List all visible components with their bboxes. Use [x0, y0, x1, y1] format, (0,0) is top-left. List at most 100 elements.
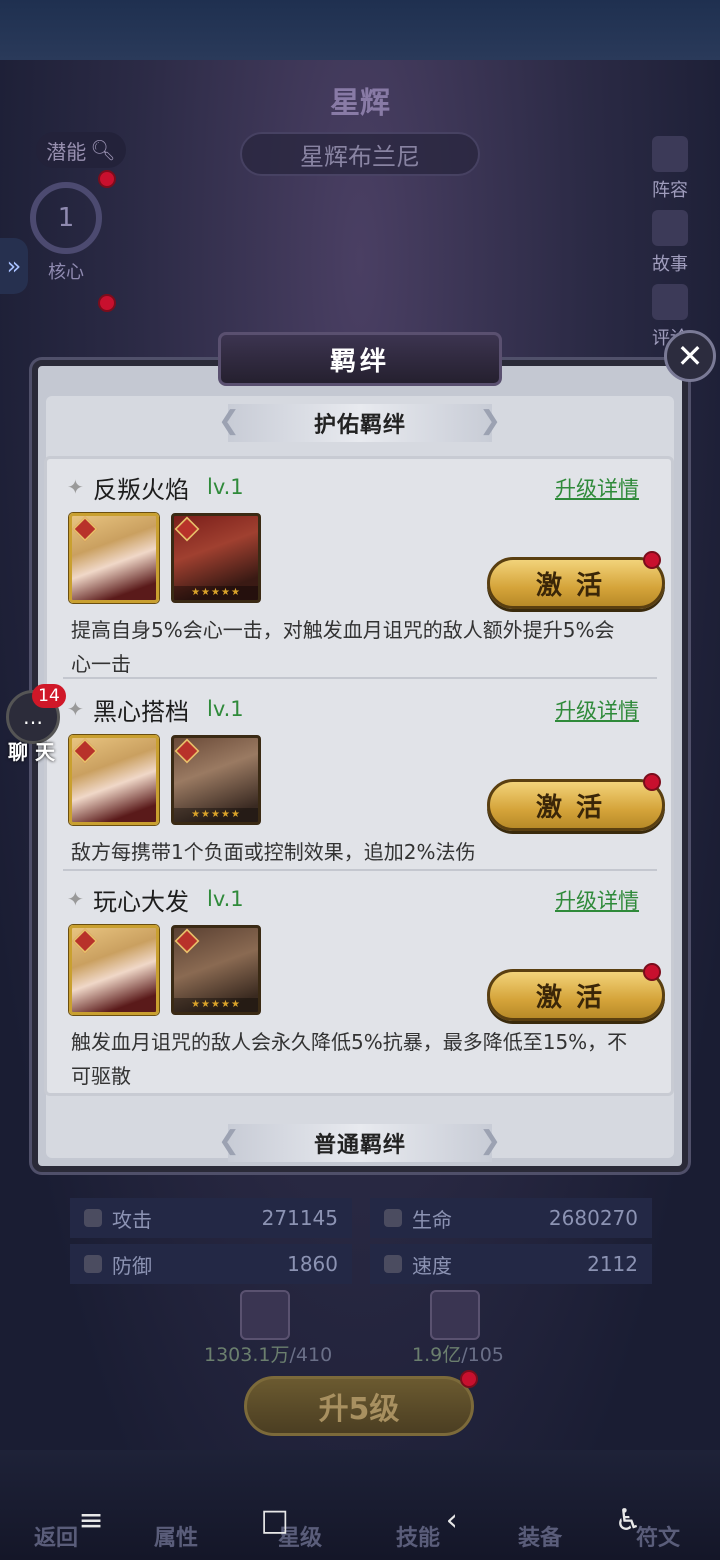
stat-label: 攻击 — [112, 1207, 152, 1232]
activate-button[interactable]: 激活 — [487, 969, 665, 1021]
core-ring-icon: 1 — [30, 182, 102, 254]
bond-name: 玩心大发 — [93, 887, 189, 916]
bond-level: lv.1 — [207, 887, 244, 911]
fire-element-icon — [174, 928, 200, 954]
search-icon: 🔍︎ — [90, 138, 116, 162]
activate-button[interactable]: 激活 — [487, 557, 665, 609]
hero-portrait-girl[interactable] — [69, 925, 159, 1015]
side-item-lineup[interactable]: 阵容 — [640, 128, 700, 202]
quill-icon — [652, 284, 688, 320]
hero-portrait-fox[interactable]: ★★★★★ — [171, 513, 261, 603]
section-label: 护佑羁绊 — [313, 413, 406, 438]
resource-need: /410 — [289, 1344, 333, 1366]
fire-element-icon — [174, 516, 200, 542]
section-protect-bond: ❮ 护佑羁绊 ❯ — [218, 404, 501, 442]
fire-element-icon — [72, 928, 98, 954]
book-icon — [652, 210, 688, 246]
chevron-left-icon: ❮ — [218, 1126, 241, 1156]
bond-level: lv.1 — [207, 475, 244, 499]
shield-icon — [84, 1255, 102, 1273]
upgrade-details-link[interactable]: 升级详情 — [555, 885, 639, 915]
bond-item: ✦ 反叛火焰 lv.1 升级详情 ★★★★★ 激活 提高自身5%会心一击，对触发… — [47, 463, 673, 679]
section-label: 普通羁绊 — [313, 1133, 406, 1158]
chevron-right-icon: ❯ — [479, 1126, 502, 1156]
hero-name-plate[interactable]: 星辉布兰尼 — [240, 132, 480, 176]
hero-portrait-lady[interactable]: ★★★★★ — [171, 735, 261, 825]
hero-name: 星辉布兰尼 — [300, 142, 420, 171]
close-icon[interactable]: ✕ — [664, 330, 716, 382]
notification-dot — [643, 963, 661, 981]
hero-portrait-girl[interactable] — [69, 513, 159, 603]
top-decoration — [0, 0, 720, 60]
chess-icon — [652, 136, 688, 172]
resource-need: /105 — [461, 1344, 504, 1366]
stat-value: 271145 — [261, 1206, 338, 1230]
stat-defense: 防御 1860 — [70, 1244, 352, 1284]
fire-element-icon — [72, 516, 98, 542]
bond-list[interactable]: ✦ 反叛火焰 lv.1 升级详情 ★★★★★ 激活 提高自身5%会心一击，对触发… — [44, 456, 674, 1096]
accessibility-icon[interactable]: ♿ — [615, 1503, 642, 1538]
star-rating-icon: ★★★★★ — [174, 586, 258, 600]
bond-header: ✦ 玩心大发 lv.1 — [67, 883, 244, 916]
expand-arrow-icon[interactable]: » — [0, 238, 28, 294]
upgrade-details-link[interactable]: 升级详情 — [555, 473, 639, 503]
core-button[interactable]: 1 核心 — [26, 182, 106, 283]
chevron-left-icon: ❮ — [218, 406, 241, 436]
notification-dot — [460, 1370, 478, 1388]
heart-icon — [384, 1209, 402, 1227]
stat-label: 速度 — [412, 1253, 452, 1278]
fire-element-icon — [72, 738, 98, 764]
chat-button[interactable]: … 14 聊 天 — [6, 684, 66, 764]
core-label: 核心 — [48, 262, 84, 283]
stat-label: 生命 — [412, 1207, 452, 1232]
star-rating-icon: ★★★★★ — [174, 998, 258, 1012]
side-menu: 阵容 故事 评论 — [640, 128, 700, 350]
bond-level: lv.1 — [207, 697, 244, 721]
potential-button[interactable]: 潜能 🔍︎ — [36, 132, 126, 168]
hero-portrait-horse[interactable]: ★★★★★ — [171, 925, 261, 1015]
chevron-right-icon: ❯ — [479, 406, 502, 436]
stat-value: 1860 — [287, 1252, 338, 1276]
exp-icon — [430, 1290, 480, 1340]
fire-element-icon — [174, 738, 200, 764]
upgrade-button[interactable]: 升5级 — [244, 1376, 474, 1436]
bond-header: ✦ 黑心搭档 lv.1 — [67, 693, 244, 726]
chat-label: 聊 天 — [8, 740, 55, 764]
bond-header: ✦ 反叛火焰 lv.1 — [67, 471, 244, 504]
side-item-label: 故事 — [652, 254, 688, 275]
bond-name: 黑心搭档 — [93, 697, 189, 726]
stat-value: 2680270 — [548, 1206, 638, 1230]
resource-have: 1303.1万 — [204, 1344, 290, 1366]
upgrade-details-link[interactable]: 升级详情 — [555, 695, 639, 725]
activate-button[interactable]: 激活 — [487, 779, 665, 831]
boot-icon — [384, 1255, 402, 1273]
resource-exp: 1.9亿/105 — [412, 1340, 504, 1367]
side-item-story[interactable]: 故事 — [640, 202, 700, 276]
side-item-label: 阵容 — [652, 180, 688, 201]
hero-portrait-girl[interactable] — [69, 735, 159, 825]
plus-icon: ✦ — [67, 887, 84, 911]
home-icon[interactable]: □ — [260, 1503, 288, 1538]
bond-description: 敌方每携带1个负面或控制效果，追加2%法伤 — [71, 840, 476, 864]
back-icon[interactable]: ‹ — [446, 1503, 458, 1538]
bond-item: ✦ 玩心大发 lv.1 升级详情 ★★★★★ 激活 触发血月诅咒的敌人会永久降低… — [47, 875, 673, 1089]
section-normal-bond: ❮ 普通羁绊 ❯ — [218, 1124, 501, 1162]
bond-description: 触发血月诅咒的敌人会永久降低5%抗暴，最多降低至15%，不可驱散 — [71, 1030, 628, 1088]
chat-unread-badge: 14 — [32, 684, 66, 708]
notification-dot — [98, 294, 116, 312]
stat-hp: 生命 2680270 — [370, 1198, 652, 1238]
plus-icon: ✦ — [67, 475, 84, 499]
sword-icon — [84, 1209, 102, 1227]
potential-label: 潜能 — [46, 139, 87, 164]
notification-dot — [643, 773, 661, 791]
menu-icon[interactable]: ≡ — [78, 1503, 103, 1538]
plus-icon: ✦ — [67, 697, 84, 721]
divider — [63, 869, 657, 871]
dialog-title: 羁绊 — [218, 332, 502, 386]
screen-title: 星辉 — [330, 86, 390, 121]
stat-attack: 攻击 271145 — [70, 1198, 352, 1238]
gold-coin-icon — [240, 1290, 290, 1340]
bond-description: 提高自身5%会心一击，对触发血月诅咒的敌人额外提升5%会心一击 — [71, 618, 615, 676]
divider — [63, 677, 657, 679]
stat-speed: 速度 2112 — [370, 1244, 652, 1284]
